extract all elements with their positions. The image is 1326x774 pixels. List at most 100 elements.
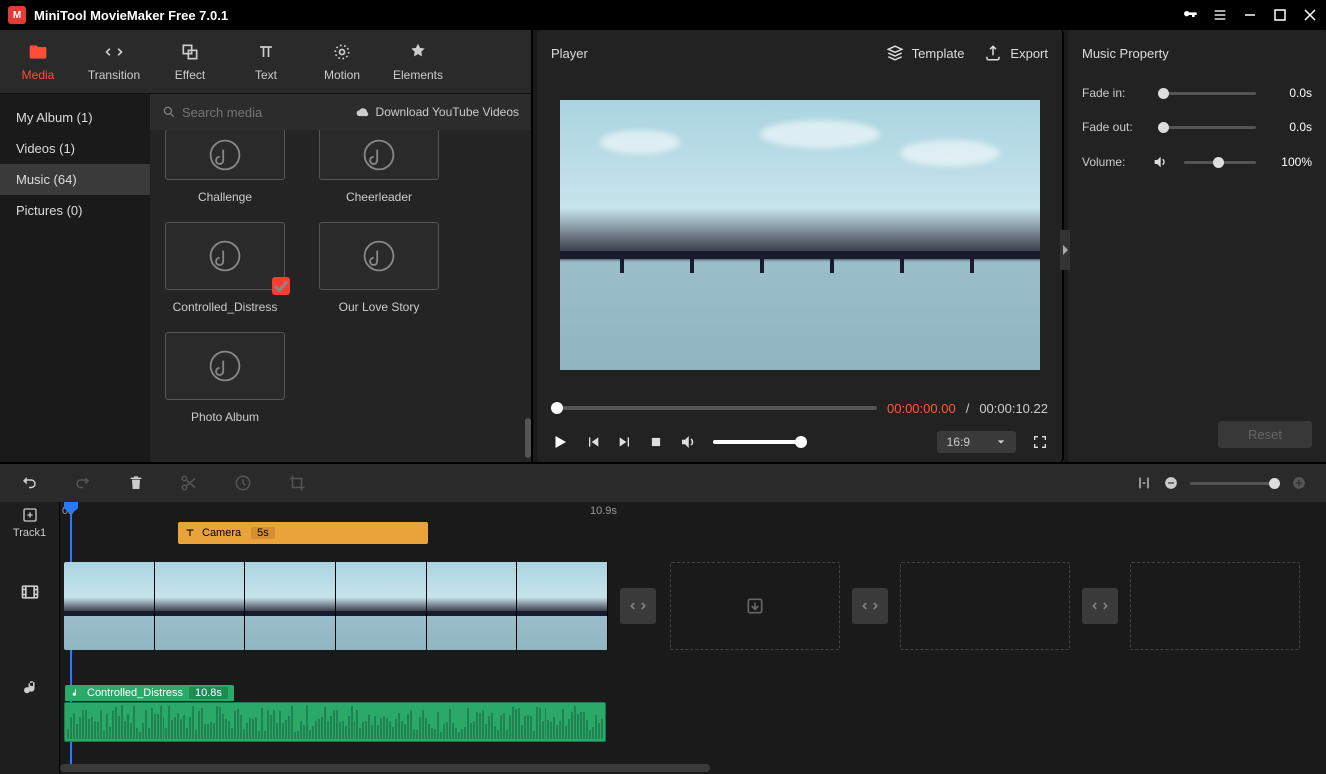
- text-clip-name: Camera: [202, 527, 241, 539]
- sidebar-item-album[interactable]: My Album (1): [0, 102, 150, 133]
- sidebar-item-videos[interactable]: Videos (1): [0, 133, 150, 164]
- media-controlled-distress[interactable]: [165, 222, 285, 290]
- search-box[interactable]: [162, 105, 348, 120]
- audio-clip[interactable]: Controlled_Distress 10.8s: [64, 702, 606, 742]
- tab-transition-label: Transition: [88, 68, 140, 82]
- reset-button[interactable]: Reset: [1218, 421, 1312, 448]
- fit-button[interactable]: [1136, 475, 1152, 491]
- tab-media-label: Media: [22, 68, 55, 82]
- speed-button[interactable]: [234, 474, 252, 492]
- empty-video-slot[interactable]: [1130, 562, 1300, 650]
- split-button[interactable]: [180, 474, 198, 492]
- minimize-button[interactable]: [1242, 7, 1258, 23]
- tab-media[interactable]: Media: [0, 30, 76, 93]
- close-button[interactable]: [1302, 7, 1318, 23]
- tab-elements-label: Elements: [393, 68, 443, 82]
- volume-slider[interactable]: [713, 440, 803, 444]
- media-panel: Media Transition Effect Text Motion Elem…: [0, 30, 533, 462]
- media-label: Photo Album: [191, 410, 259, 424]
- transition-slot[interactable]: [1082, 588, 1118, 624]
- zoom-out-button[interactable]: [1164, 476, 1178, 490]
- undo-button[interactable]: [20, 474, 38, 492]
- media-label: Cheerleader: [346, 190, 412, 204]
- tab-motion[interactable]: Motion: [304, 30, 380, 93]
- aspect-ratio-select[interactable]: 16:9: [937, 431, 1016, 453]
- export-label: Export: [1010, 46, 1048, 61]
- empty-video-slot[interactable]: [900, 562, 1070, 650]
- volume-value: 100%: [1272, 155, 1312, 169]
- fade-in-value: 0.0s: [1272, 86, 1312, 100]
- current-time: 00:00:00.00: [887, 401, 956, 416]
- fade-out-label: Fade out:: [1082, 120, 1142, 134]
- audio-clip-name: Controlled_Distress: [87, 687, 183, 699]
- media-category-list: My Album (1) Videos (1) Music (64) Pictu…: [0, 94, 150, 462]
- key-icon[interactable]: [1182, 7, 1198, 23]
- track-label: Track1: [13, 527, 46, 539]
- stop-button[interactable]: [649, 435, 663, 449]
- fade-out-slider[interactable]: [1158, 126, 1256, 129]
- fade-in-slider[interactable]: [1158, 92, 1256, 95]
- timeline-scrollbar[interactable]: [60, 764, 710, 772]
- add-track-button[interactable]: Track1: [0, 502, 59, 544]
- crop-button[interactable]: [288, 474, 306, 492]
- tab-elements[interactable]: Elements: [380, 30, 456, 93]
- zoom-slider[interactable]: [1190, 482, 1280, 485]
- template-label: Template: [912, 46, 965, 61]
- chevron-down-icon: [996, 437, 1006, 447]
- media-challenge[interactable]: [165, 130, 285, 180]
- media-scrollbar[interactable]: [525, 418, 531, 458]
- menu-icon[interactable]: [1212, 7, 1228, 23]
- audio-track-icon: [0, 640, 59, 736]
- transition-slot[interactable]: [620, 588, 656, 624]
- audio-clip-duration: 10.8s: [189, 687, 228, 699]
- tab-effect-label: Effect: [175, 68, 205, 82]
- template-button[interactable]: Template: [886, 44, 965, 62]
- media-our-love-story[interactable]: [319, 222, 439, 290]
- tab-transition[interactable]: Transition: [76, 30, 152, 93]
- tab-text-label: Text: [255, 68, 277, 82]
- tab-text[interactable]: Text: [228, 30, 304, 93]
- transition-slot[interactable]: [852, 588, 888, 624]
- prev-frame-button[interactable]: [585, 434, 601, 450]
- video-clip[interactable]: [64, 562, 608, 650]
- collapse-panel-button[interactable]: [1060, 230, 1070, 270]
- maximize-button[interactable]: [1272, 7, 1288, 23]
- fullscreen-button[interactable]: [1032, 434, 1048, 450]
- export-icon: [984, 44, 1002, 62]
- total-time: 00:00:10.22: [979, 401, 1048, 416]
- zoom-in-button[interactable]: [1292, 476, 1306, 490]
- export-button[interactable]: Export: [984, 44, 1048, 62]
- tab-effect[interactable]: Effect: [152, 30, 228, 93]
- seek-slider[interactable]: [551, 406, 877, 410]
- delete-button[interactable]: [128, 474, 144, 492]
- sidebar-item-pictures[interactable]: Pictures (0): [0, 195, 150, 226]
- timeline-ruler[interactable]: 0s 10.9s: [60, 502, 1326, 524]
- media-cheerleader[interactable]: [319, 130, 439, 180]
- prop-volume-slider[interactable]: [1184, 161, 1256, 164]
- text-clip-duration: 5s: [251, 527, 275, 539]
- preview-viewport: [560, 100, 1040, 370]
- media-photo-album[interactable]: [165, 332, 285, 400]
- timeline-body[interactable]: 0s 10.9s Camera 5s Controlled_Distress 1…: [60, 502, 1326, 774]
- media-label: Challenge: [198, 190, 252, 204]
- fade-out-value: 0.0s: [1272, 120, 1312, 134]
- play-button[interactable]: [551, 433, 569, 451]
- media-label: Our Love Story: [339, 300, 420, 314]
- volume-button[interactable]: [679, 433, 697, 451]
- player-title: Player: [551, 46, 588, 61]
- redo-button[interactable]: [74, 474, 92, 492]
- timeline-toolbar: [0, 462, 1326, 502]
- media-label: Controlled_Distress: [173, 300, 278, 314]
- sidebar-item-music[interactable]: Music (64): [0, 164, 150, 195]
- aspect-value: 16:9: [947, 435, 970, 449]
- search-input[interactable]: [182, 105, 322, 120]
- fade-in-label: Fade in:: [1082, 86, 1142, 100]
- next-frame-button[interactable]: [617, 434, 633, 450]
- text-clip[interactable]: Camera 5s: [178, 522, 428, 544]
- player-panel: Player Template Export: [537, 30, 1064, 462]
- empty-video-slot[interactable]: [670, 562, 840, 650]
- property-title: Music Property: [1068, 30, 1326, 76]
- download-link-label: Download YouTube Videos: [376, 105, 519, 119]
- download-youtube-link[interactable]: Download YouTube Videos: [356, 105, 519, 119]
- text-icon: [184, 527, 196, 539]
